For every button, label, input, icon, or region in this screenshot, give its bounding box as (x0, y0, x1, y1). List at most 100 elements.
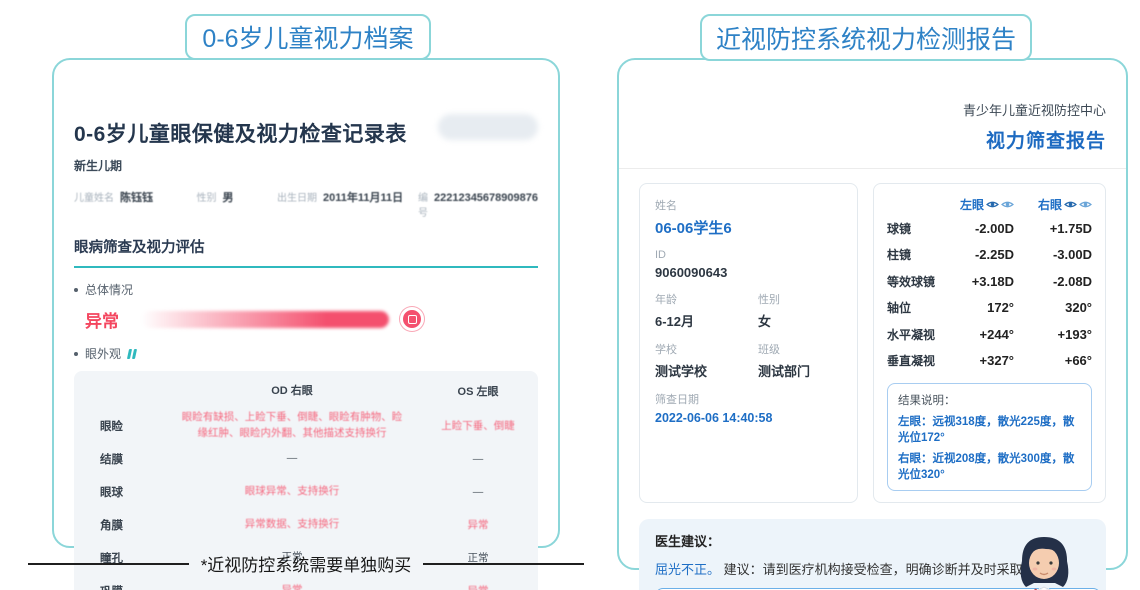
measurement-row: 水平凝视 +244° +193° (887, 321, 1092, 348)
diagnosis-text: 屈光不正。 (655, 562, 720, 577)
table-row: 角膜 异常数据、支持换行 异常 (74, 508, 538, 541)
age-label: 年龄 (655, 291, 758, 307)
date-label: 筛查日期 (655, 391, 842, 407)
measure-label: 垂直凝视 (887, 352, 936, 369)
right-eye-value: -2.08D (1014, 274, 1092, 289)
right-panel-badge: 近视防控系统视力检测报告 (700, 14, 1032, 61)
measurement-row: 球镜 -2.00D +1.75D (887, 215, 1092, 242)
right-eye-value: +1.75D (1014, 221, 1092, 236)
edit-marks-icon (128, 349, 136, 359)
footnote-text: *近视防控系统需要单独购买 (201, 551, 412, 576)
left-eye-value: +327° (936, 353, 1014, 368)
screening-report-card: 青少年儿童近视防控中心 视力筛查报告 姓名 06-06学生6 ID 906009… (617, 58, 1128, 570)
overall-status-row: 异常 (74, 306, 538, 332)
eye-icon (1064, 200, 1077, 209)
row-label: 结膜 (74, 451, 166, 467)
record-number-label: 编号 (418, 189, 428, 219)
table-row: 结膜 — — (74, 442, 538, 475)
header-od: OD 右眼 (166, 383, 418, 400)
student-class: 测试部门 (758, 361, 810, 380)
measure-label: 等效球镜 (887, 273, 936, 290)
result-label: 结果说明： (898, 392, 1081, 408)
field-birthdate: 出生日期 2011年11月11日 (277, 189, 418, 205)
left-eye-value: +244° (936, 327, 1014, 342)
alert-glyph (408, 315, 417, 324)
left-eye-value: -2.25D (936, 247, 1014, 262)
name-label: 姓名 (655, 197, 842, 213)
measurement-row: 轴位 172° 320° (887, 295, 1092, 322)
school-group: 学校 测试学校 (655, 341, 758, 380)
record-number-value: 22212345678909876 (434, 192, 538, 204)
os-cell: — (418, 486, 538, 498)
right-eye-label: 右眼 (1038, 196, 1062, 213)
field-child-name: 儿童姓名 陈钰钰 (74, 189, 196, 205)
gender-value: 男 (222, 189, 233, 205)
student-school: 测试学校 (655, 361, 758, 380)
field-record-number: 编号 22212345678909876 (418, 189, 538, 219)
measure-label: 柱镜 (887, 246, 936, 263)
od-cell: 眼睑有缺损、上睑下垂、倒睫、眼睑有肿物、睑缘红肿、眼睑内外翻、其他描述支持换行 (166, 410, 418, 442)
student-id-group: ID 9060090643 (655, 249, 842, 280)
bullet-dot (74, 288, 78, 292)
footnote-rule-right (423, 563, 584, 565)
redacted-alert-bar (141, 311, 389, 328)
measurement-row: 垂直凝视 +327° +66° (887, 348, 1092, 375)
screening-date-group: 筛查日期 2022-06-06 14:40:58 (655, 391, 842, 425)
os-cell: — (418, 453, 538, 465)
screening-date: 2022-06-06 14:40:58 (655, 411, 842, 425)
result-left-eye: 左眼：远视318度，散光225度，散光位172° (898, 413, 1081, 445)
redacted-blob (438, 114, 538, 140)
report-body: 姓名 06-06学生6 ID 9060090643 年龄 6-12月 性别 女 (639, 183, 1106, 503)
table-row: 眼睑 眼睑有缺损、上睑下垂、倒睫、眼睑有肿物、睑缘红肿、眼睑内外翻、其他描述支持… (74, 409, 538, 442)
teal-divider (74, 266, 538, 268)
right-eye-value: +193° (1014, 327, 1092, 342)
student-gender: 女 (758, 311, 780, 330)
right-eye-header: 右眼 (1014, 196, 1092, 213)
student-id: 9060090643 (655, 265, 842, 280)
left-eye-header: 左眼 (936, 196, 1014, 213)
left-eye-value: 172° (936, 300, 1014, 315)
os-cell: 异常 (418, 517, 538, 532)
right-eye-value: -3.00D (1014, 247, 1092, 262)
table-row: 眼球 眼球异常、支持换行 — (74, 475, 538, 508)
measurements-box: 左眼 右眼 球镜 -2.00D +1.75D (873, 183, 1106, 503)
measurement-row: 等效球镜 +3.18D -2.08D (887, 268, 1092, 295)
student-info-box: 姓名 06-06学生6 ID 9060090643 年龄 6-12月 性别 女 (639, 183, 858, 503)
table-header-row: OD 右眼 OS 左眼 (74, 373, 538, 409)
header-os: OS 左眼 (418, 383, 538, 399)
birthdate-label: 出生日期 (277, 189, 317, 204)
gender-group: 性别 女 (758, 291, 780, 330)
id-label: ID (655, 249, 842, 261)
student-age: 6-12月 (655, 311, 758, 330)
field-gender: 性别 男 (196, 189, 277, 205)
doctor-advice-section: 医生建议： 屈光不正。 建议：请到医疗机构接受检查，明确诊断并及时采取措施。 (639, 519, 1106, 590)
table-row: 巩膜 异常 异常 (74, 574, 538, 590)
od-cell: — (166, 451, 418, 467)
student-name: 06-06学生6 (655, 217, 842, 238)
class-label: 班级 (758, 341, 810, 357)
result-right-eye: 右眼：近视208度，散光300度，散光位320° (898, 450, 1081, 482)
left-eye-label: 左眼 (960, 196, 984, 213)
measurement-row: 柱镜 -2.25D -3.00D (887, 242, 1092, 269)
bullet-dot (74, 352, 78, 356)
measurements-header: 左眼 右眼 (887, 193, 1092, 215)
report-title: 视力筛查报告 (639, 126, 1106, 153)
os-cell: 异常 (418, 583, 538, 590)
measure-label: 球镜 (887, 220, 936, 237)
header-divider (619, 168, 1126, 169)
org-name: 青少年儿童近视防控中心 (639, 100, 1106, 119)
od-cell: 眼球异常、支持换行 (166, 484, 418, 500)
nurse-illustration (994, 531, 1094, 590)
purchase-footnote: *近视防控系统需要单独购买 (28, 551, 584, 576)
footnote-rule-left (28, 563, 189, 565)
row-label: 眼球 (74, 484, 166, 500)
overall-status-label-row: 总体情况 (74, 281, 538, 298)
measure-label: 水平凝视 (887, 326, 936, 343)
eye-icon (986, 200, 999, 209)
right-eye-value: 320° (1014, 300, 1092, 315)
page: 0-6岁儿童视力档案 0-6岁儿童眼保健及视力检查记录表 新生儿期 儿童姓名 陈… (0, 0, 1140, 590)
eye-icon (1001, 200, 1014, 209)
child-name-label: 儿童姓名 (74, 189, 114, 204)
child-name-value: 陈钰钰 (120, 189, 153, 205)
measurements-table: 左眼 右眼 球镜 -2.00D +1.75D (887, 193, 1092, 374)
